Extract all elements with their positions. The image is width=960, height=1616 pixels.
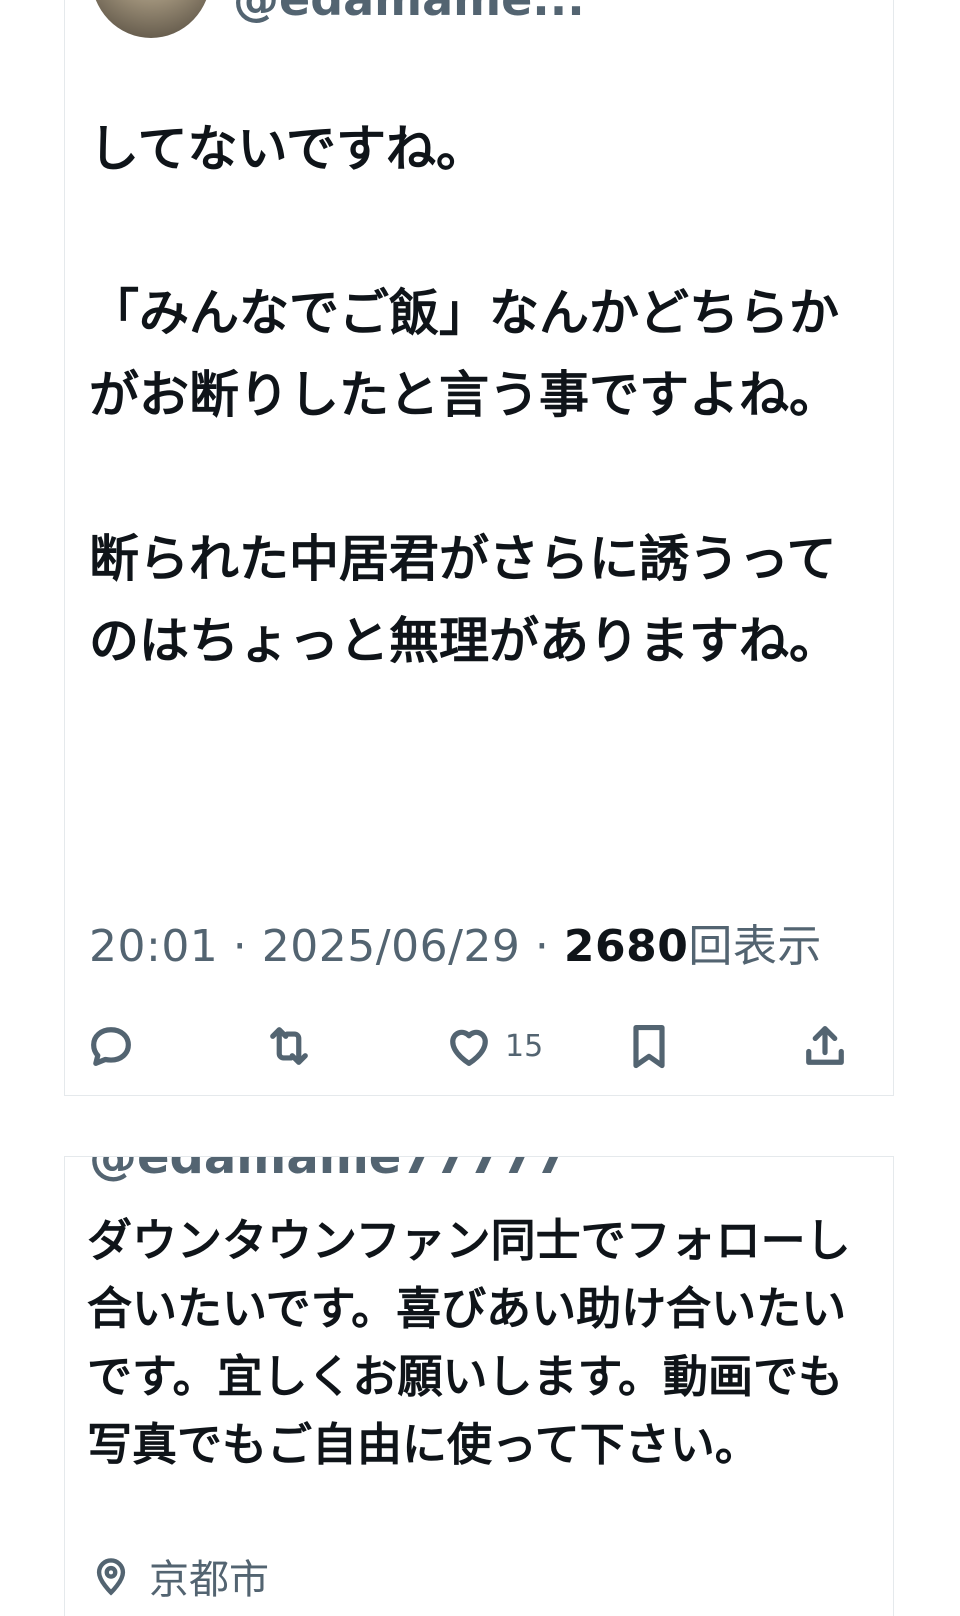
bookmark-icon: [633, 1024, 665, 1069]
author-handle[interactable]: @edamame...: [233, 0, 585, 26]
avatar[interactable]: [91, 0, 211, 38]
tweet-paragraph: 「みんなでご飯」なんかどちらかがお断りしたと言う事ですよね。: [89, 284, 839, 424]
tweet-time[interactable]: 20:01: [89, 921, 218, 972]
location-icon: [96, 1558, 126, 1596]
retweet-button[interactable]: [263, 1016, 315, 1076]
profile-bio: ダウンタウンファン同士でフォローし合いたいです。喜びあい助け合いたいです。宜しく…: [87, 1214, 851, 1471]
like-button[interactable]: 15: [443, 1016, 543, 1076]
views-label: 回表示: [688, 921, 822, 972]
share-icon: [806, 1026, 844, 1065]
reply-button[interactable]: [85, 1016, 137, 1076]
profile-location: 京都市: [89, 1547, 269, 1605]
bookmark-button[interactable]: [623, 1016, 675, 1076]
like-count: 15: [505, 1028, 544, 1064]
tweet-paragraph: 断られた中居君がさらに誘うってのはちょっと無理がありますね。: [89, 530, 839, 670]
like-icon: [450, 1029, 488, 1066]
location-text: 京都市: [149, 1557, 269, 1603]
retweet-icon: [270, 1027, 308, 1065]
tweet-paragraph: してないですね。: [89, 120, 486, 178]
tweet-actions: 15: [85, 1016, 873, 1076]
views-count: 2680: [563, 921, 689, 972]
meta-separator: ·: [520, 921, 564, 972]
meta-separator: ·: [218, 921, 262, 972]
reply-icon: [91, 1027, 131, 1066]
profile-handle[interactable]: @edamame77777: [89, 1157, 568, 1185]
share-button[interactable]: [799, 1016, 851, 1076]
tweet-meta: 20:01 · 2025/06/29 · 2680回表示: [89, 910, 822, 974]
tweet-date[interactable]: 2025/06/29: [262, 921, 521, 972]
tweet-text: してないですね。 「みんなでご飯」なんかどちらかがお断りしたと言う事ですよね。 …: [89, 108, 849, 682]
profile-card: @edamame77777 ダウンタウンファン同士でフォローし合いたいです。喜び…: [64, 1156, 894, 1616]
tweet-card: @edamame... してないですね。 「みんなでご飯」なんかどちらかがお断り…: [64, 0, 894, 1096]
